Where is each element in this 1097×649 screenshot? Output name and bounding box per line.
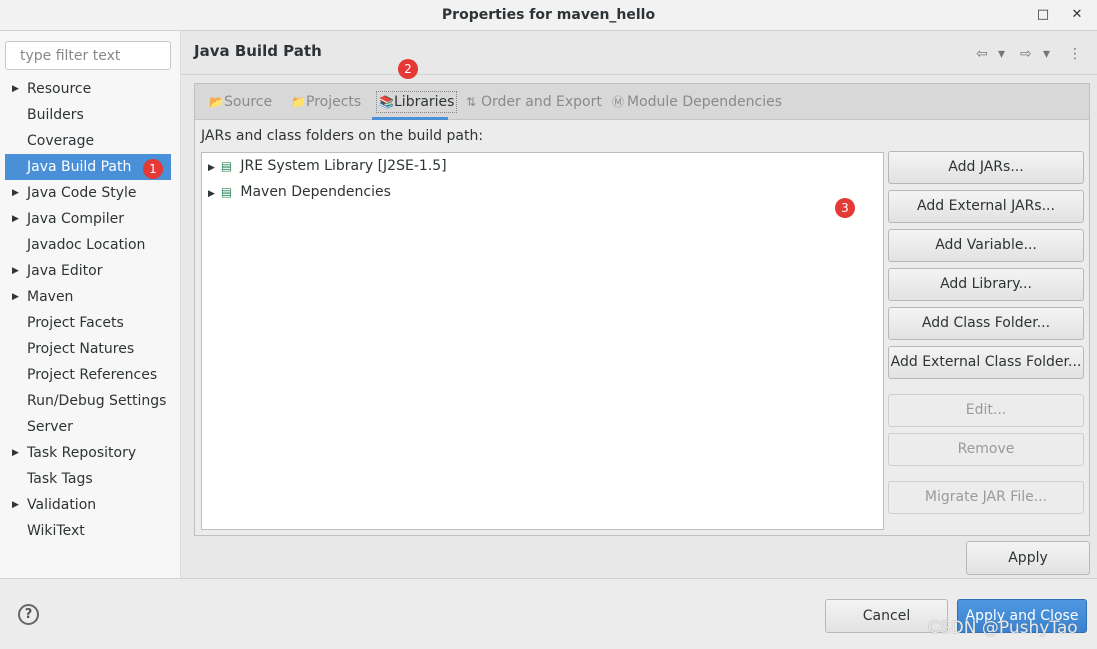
expand-arrow-icon[interactable]: ▶ — [12, 258, 19, 284]
expand-arrow-icon[interactable]: ▶ — [208, 189, 215, 199]
tree-item-label: Maven Dependencies — [240, 184, 391, 200]
expand-arrow-icon[interactable]: ▶ — [12, 76, 19, 102]
annotation-badge-2: 2 — [398, 59, 418, 79]
library-icon: ▤ — [220, 185, 233, 199]
sidebar-item-javadoc-location[interactable]: Javadoc Location — [5, 232, 171, 258]
libraries-tree[interactable]: ▶ ▤ JRE System Library [J2SE-1.5] ▶ ▤ Maven… — [201, 152, 884, 530]
tab-label: Source — [224, 94, 273, 110]
sidebar-item-label: Project References — [27, 367, 158, 383]
cancel-button[interactable]: Cancel — [825, 599, 948, 633]
source-folder-icon: 📂 — [209, 95, 224, 109]
sidebar-item-server[interactable]: Server — [5, 414, 171, 440]
tab-module-dependencies[interactable]: Ⓜ Module Dependencies — [612, 84, 782, 120]
forward-icon[interactable]: ⇨ — [1020, 46, 1032, 62]
page-title: Java Build Path — [194, 42, 322, 60]
add-variable--button[interactable]: Add Variable... — [888, 229, 1084, 262]
edit--button[interactable]: Edit... — [888, 394, 1084, 427]
add-jars--button[interactable]: Add JARs... — [888, 151, 1084, 184]
title-bar: Properties for maven_hello — [0, 0, 1097, 31]
back-dropdown-icon[interactable]: ▾ — [998, 46, 1005, 62]
sidebar-item-validation[interactable]: ▶ Validation — [5, 492, 171, 518]
library-icon: 📚 — [379, 95, 394, 109]
sidebar-item-label: Resource — [27, 81, 92, 97]
add-external-jars--button[interactable]: Add External JARs... — [888, 190, 1084, 223]
annotation-badge-1: 1 — [143, 159, 163, 179]
maximize-button[interactable]: □ — [1034, 6, 1052, 24]
sidebar-item-label: Javadoc Location — [27, 237, 146, 253]
expand-arrow-icon[interactable]: ▶ — [12, 206, 19, 232]
sidebar-item-java-editor[interactable]: ▶ Java Editor — [5, 258, 171, 284]
expand-arrow-icon[interactable]: ▶ — [12, 440, 19, 466]
sidebar-item-maven[interactable]: ▶ Maven — [5, 284, 171, 310]
sidebar-item-label: Project Facets — [27, 315, 124, 331]
close-button[interactable]: ✕ — [1068, 6, 1086, 24]
sidebar-item-project-natures[interactable]: Project Natures — [5, 336, 171, 362]
add-library--button[interactable]: Add Library... — [888, 268, 1084, 301]
sidebar-item-label: Server — [27, 419, 73, 435]
sidebar-item-label: Coverage — [27, 133, 95, 149]
tab-label: Module Dependencies — [627, 94, 782, 110]
expand-arrow-icon[interactable]: ▶ — [12, 284, 19, 310]
tab-projects[interactable]: 📁Projects — [291, 84, 361, 120]
sidebar-item-label: Builders — [27, 107, 84, 123]
sidebar-item-label: Task Repository — [27, 445, 137, 461]
tab-libraries[interactable]: 📚Libraries — [376, 84, 458, 120]
projects-folder-icon: 📁 — [291, 95, 306, 109]
sidebar-item-label: Run/Debug Settings — [27, 393, 167, 409]
expand-arrow-icon[interactable]: ▶ — [12, 180, 19, 206]
forward-dropdown-icon[interactable]: ▾ — [1043, 46, 1050, 62]
tab-order-and-export[interactable]: ⇅ Order and Export — [466, 84, 602, 120]
sidebar-item-coverage[interactable]: Coverage — [5, 128, 171, 154]
expand-arrow-icon[interactable]: ▶ — [12, 492, 19, 518]
remove-button[interactable]: Remove — [888, 433, 1084, 466]
sidebar-item-label: Java Build Path — [27, 159, 132, 175]
migrate-jar-file--button[interactable]: Migrate JAR File... — [888, 481, 1084, 514]
module-icon: Ⓜ — [612, 95, 625, 109]
add-external-class-folder--button[interactable]: Add External Class Folder... — [888, 346, 1084, 379]
sidebar: ▶ Resource Builders Coverage Java Build Path… — [0, 31, 181, 578]
sidebar-item-label: WikiText — [27, 523, 85, 539]
apply-button[interactable]: Apply — [966, 541, 1090, 575]
sidebar-item-label: Java Editor — [27, 263, 103, 279]
expand-arrow-icon[interactable]: ▶ — [208, 163, 215, 173]
sidebar-item-label: Validation — [27, 497, 97, 513]
sidebar-item-label: Maven — [27, 289, 74, 305]
sidebar-item-label: Task Tags — [27, 471, 93, 487]
annotation-badge-3: 3 — [835, 198, 855, 218]
back-icon[interactable]: ⇦ — [976, 46, 988, 62]
tab-label: Libraries — [394, 94, 455, 110]
sidebar-item-run-debug-settings[interactable]: Run/Debug Settings — [5, 388, 171, 414]
tab-source[interactable]: 📂Source — [209, 84, 272, 120]
sidebar-item-java-code-style[interactable]: ▶ Java Code Style — [5, 180, 171, 206]
sidebar-item-wikitext[interactable]: WikiText — [5, 518, 171, 544]
help-icon[interactable]: ? — [18, 604, 39, 625]
sidebar-item-java-compiler[interactable]: ▶ Java Compiler — [5, 206, 171, 232]
apply-and-close-button[interactable]: Apply and Close — [957, 599, 1087, 633]
tree-item[interactable]: ▶ ▤ JRE System Library [J2SE-1.5] — [208, 153, 447, 179]
sidebar-item-project-references[interactable]: Project References — [5, 362, 171, 388]
sidebar-item-project-facets[interactable]: Project Facets — [5, 310, 171, 336]
sidebar-item-label: Project Natures — [27, 341, 135, 357]
sidebar-item-task-tags[interactable]: Task Tags — [5, 466, 171, 492]
sidebar-item-builders[interactable]: Builders — [5, 102, 171, 128]
add-class-folder--button[interactable]: Add Class Folder... — [888, 307, 1084, 340]
active-tab-indicator — [372, 117, 448, 120]
tree-item-label: JRE System Library [J2SE-1.5] — [240, 158, 447, 174]
menu-icon[interactable]: ⋮ — [1068, 46, 1082, 62]
tab-strip: 📂Source 📁Projects 📚Libraries ⇅ Order and Exp… — [195, 84, 1089, 120]
order-arrows-icon: ⇅ — [466, 95, 477, 109]
tab-label: Order and Export — [481, 94, 602, 110]
library-icon: ▤ — [220, 159, 233, 173]
filter-input[interactable] — [5, 41, 171, 70]
sidebar-item-label: Java Code Style — [27, 185, 137, 201]
divider — [181, 74, 1097, 75]
tree-item[interactable]: ▶ ▤ Maven Dependencies — [208, 179, 391, 205]
sidebar-item-label: Java Compiler — [27, 211, 125, 227]
sidebar-item-task-repository[interactable]: ▶ Task Repository — [5, 440, 171, 466]
tab-label: Projects — [306, 94, 362, 110]
libraries-label: JARs and class folders on the build path… — [201, 128, 484, 144]
tab-panel: 📂Source 📁Projects 📚Libraries ⇅ Order and Exp… — [194, 83, 1090, 536]
window-title: Properties for maven_hello — [441, 7, 656, 23]
sidebar-item-resource[interactable]: ▶ Resource — [5, 76, 171, 102]
